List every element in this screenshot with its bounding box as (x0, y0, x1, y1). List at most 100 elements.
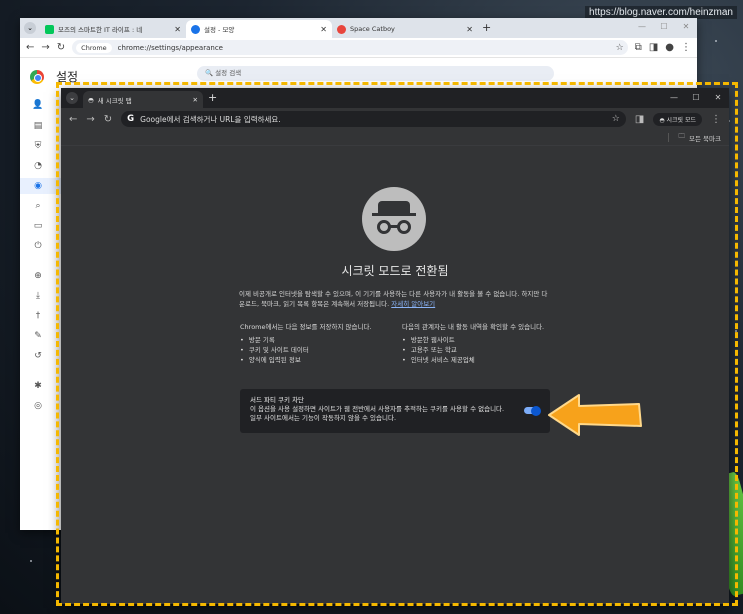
performance-icon[interactable]: ◔ (32, 159, 44, 173)
close-window-icon[interactable]: ✕ (707, 90, 729, 106)
page-title: 설정 (56, 70, 79, 84)
address-bar[interactable]: G Google에서 검색하거나 URL을 입력하세요. ☆ (121, 111, 626, 127)
tab-search-icon[interactable]: ⌄ (24, 22, 36, 34)
omnibox-placeholder: Google에서 검색하거나 URL을 입력하세요. (140, 114, 281, 124)
tab-label: 모즈의 스마트한 IT 라이프 : 네 (58, 26, 143, 34)
learn-more-link[interactable]: 자세히 알아보기 (391, 300, 435, 308)
tab-label: 설정 - 모양 (204, 26, 235, 34)
minimize-icon[interactable]: — (663, 90, 685, 106)
maximize-icon[interactable]: ☐ (653, 18, 675, 36)
list-item: 방문한 웹사이트 (402, 335, 550, 345)
window-controls: — ☐ ✕ (663, 90, 729, 106)
reset-icon[interactable]: ↺ (32, 349, 44, 363)
extensions-nav-icon[interactable]: ✱ (32, 379, 44, 393)
cookie-description: 이 옵션을 사용 설정하면 사이트가 웹 전반에서 사용자를 추적하는 쿠키를 … (250, 405, 505, 422)
list-item: 고용주 또는 학교 (402, 345, 550, 355)
close-window-icon[interactable]: ✕ (675, 18, 697, 36)
list-item: 방문 기록 (240, 335, 388, 345)
tab-label: Space Catboy (350, 25, 395, 33)
glasses-right-shape (397, 220, 411, 234)
third-party-cookie-card: 서드 파티 쿠키 차단 이 옵션을 사용 설정하면 사이트가 웹 전반에서 사용… (240, 389, 550, 433)
tab-settings[interactable]: 설정 - 모양 ✕ (186, 20, 332, 38)
column-title: 다음의 관계자는 내 활동 내역을 확인할 수 있습니다. (402, 323, 545, 331)
system-icon[interactable]: ✎ (32, 329, 44, 343)
on-startup-icon[interactable]: ⏻ (32, 239, 44, 253)
profile-avatar[interactable]: ● (665, 42, 674, 53)
tab-strip: ⌄ 모즈의 스마트한 IT 라이프 : 네 ✕ 설정 - 모양 ✕ Space … (20, 18, 697, 38)
menu-icon[interactable]: ⋮ (681, 42, 691, 53)
chrome-chip: Chrome (76, 42, 112, 53)
menu-icon[interactable]: ⋮ (711, 114, 721, 125)
back-icon[interactable]: ← (69, 114, 77, 125)
tab-label: 새 시크릿 탭 (97, 96, 132, 105)
tab-space-catboy[interactable]: Space Catboy ✕ (332, 20, 478, 38)
side-panel-icon[interactable]: ◨ (649, 42, 658, 53)
downloads-icon[interactable]: ⤓ (32, 289, 44, 303)
list-item: 양식에 입력된 정보 (240, 355, 388, 365)
list-item: 인터넷 서비스 제공업체 (402, 355, 550, 365)
back-icon[interactable]: ← (26, 42, 34, 53)
appearance-icon[interactable]: ◉ (32, 179, 44, 193)
autofill-icon[interactable]: ▤ (32, 119, 44, 133)
search-placeholder: 설정 검색 (215, 69, 242, 77)
extensions-icon[interactable]: ⧉ (635, 42, 642, 53)
hat-brim-shape (372, 213, 416, 216)
star (30, 560, 32, 562)
tab-blog[interactable]: 모즈의 스마트한 IT 라이프 : 네 ✕ (40, 20, 186, 38)
forward-icon[interactable]: → (41, 42, 49, 53)
close-icon[interactable]: ✕ (320, 25, 327, 34)
cookie-title: 서드 파티 쿠키 차단 (250, 396, 305, 404)
incognito-spy-icon (362, 187, 426, 251)
all-bookmarks-button[interactable]: 모든 북마크 (689, 133, 721, 143)
site-favicon-icon (337, 24, 346, 34)
naver-blog-icon (45, 24, 54, 34)
star (735, 330, 737, 332)
incognito-icon: ◓ (88, 95, 94, 104)
default-browser-icon[interactable]: ▭ (32, 219, 44, 233)
glasses-left-shape (377, 220, 391, 234)
close-icon[interactable]: ✕ (174, 25, 181, 34)
google-icon: G (127, 114, 135, 124)
maximize-icon[interactable]: ☐ (685, 90, 707, 106)
forward-icon[interactable]: → (86, 114, 94, 125)
incognito-window: ⌄ ◓ 새 시크릿 탭 ✕ + — ☐ ✕ ← → ↻ G Google에서 검… (61, 88, 729, 604)
not-saved-column: Chrome에서는 다음 정보를 저장하지 않습니다. 방문 기록 쿠키 및 사… (240, 322, 388, 365)
toolbar: ← → ↻ Chrome chrome://settings/appearanc… (20, 38, 697, 58)
column-title: Chrome에서는 다음 정보를 저장하지 않습니다. (240, 323, 372, 331)
divider (667, 133, 669, 142)
privacy-icon[interactable]: ⛨ (32, 139, 44, 153)
toolbar: ← → ↻ G Google에서 검색하거나 URL을 입력하세요. ☆ ◨ ◓… (61, 108, 729, 130)
minimize-icon[interactable]: — (631, 18, 653, 36)
url-text: chrome://settings/appearance (117, 43, 223, 52)
block-cookies-toggle[interactable] (524, 405, 541, 416)
side-panel-icon[interactable]: ◨ (635, 114, 644, 125)
languages-icon[interactable]: ⊕ (32, 269, 44, 283)
search-engine-icon[interactable]: ⌕ (32, 199, 44, 213)
bookmark-star-icon[interactable]: ☆ (616, 43, 624, 53)
bookmark-star-icon[interactable]: ☆ (612, 114, 620, 124)
window-controls: — ☐ ✕ (631, 18, 697, 36)
close-icon[interactable]: ✕ (193, 96, 198, 104)
accessibility-icon[interactable]: † (32, 309, 44, 323)
incognito-pill-label: 시크릿 모드 (666, 116, 696, 124)
incognito-description: 이제 비공개로 인터넷을 탐색할 수 있으며, 이 기기를 사용하는 다른 사용… (239, 289, 549, 309)
tab-incognito[interactable]: ◓ 새 시크릿 탭 ✕ (83, 91, 203, 108)
bookmarks-bar: 🗀 모든 북마크 (61, 130, 729, 146)
incognito-pill[interactable]: ◓ 시크릿 모드 (653, 112, 702, 126)
new-tab-button[interactable]: + (208, 91, 217, 104)
reload-icon[interactable]: ↻ (57, 42, 65, 53)
close-icon[interactable]: ✕ (466, 25, 473, 34)
reload-icon[interactable]: ↻ (104, 114, 112, 125)
address-bar[interactable]: Chrome chrome://settings/appearance ☆ (72, 40, 628, 55)
incognito-heading: 시크릿 모드로 전환됨 (341, 264, 449, 278)
new-tab-button[interactable]: + (482, 21, 491, 34)
settings-search-input[interactable]: 🔍 설정 검색 (197, 66, 554, 81)
gear-icon (191, 24, 200, 34)
hat-shape (378, 201, 410, 213)
folder-icon: 🗀 (678, 132, 686, 140)
star (715, 40, 717, 42)
you-and-google-icon[interactable]: 👤 (32, 98, 44, 112)
visible-to-column: 다음의 관계자는 내 활동 내역을 확인할 수 있습니다. 방문한 웹사이트 고… (402, 322, 550, 365)
about-chrome-icon[interactable]: ◎ (32, 399, 44, 413)
tab-search-icon[interactable]: ⌄ (66, 92, 78, 104)
